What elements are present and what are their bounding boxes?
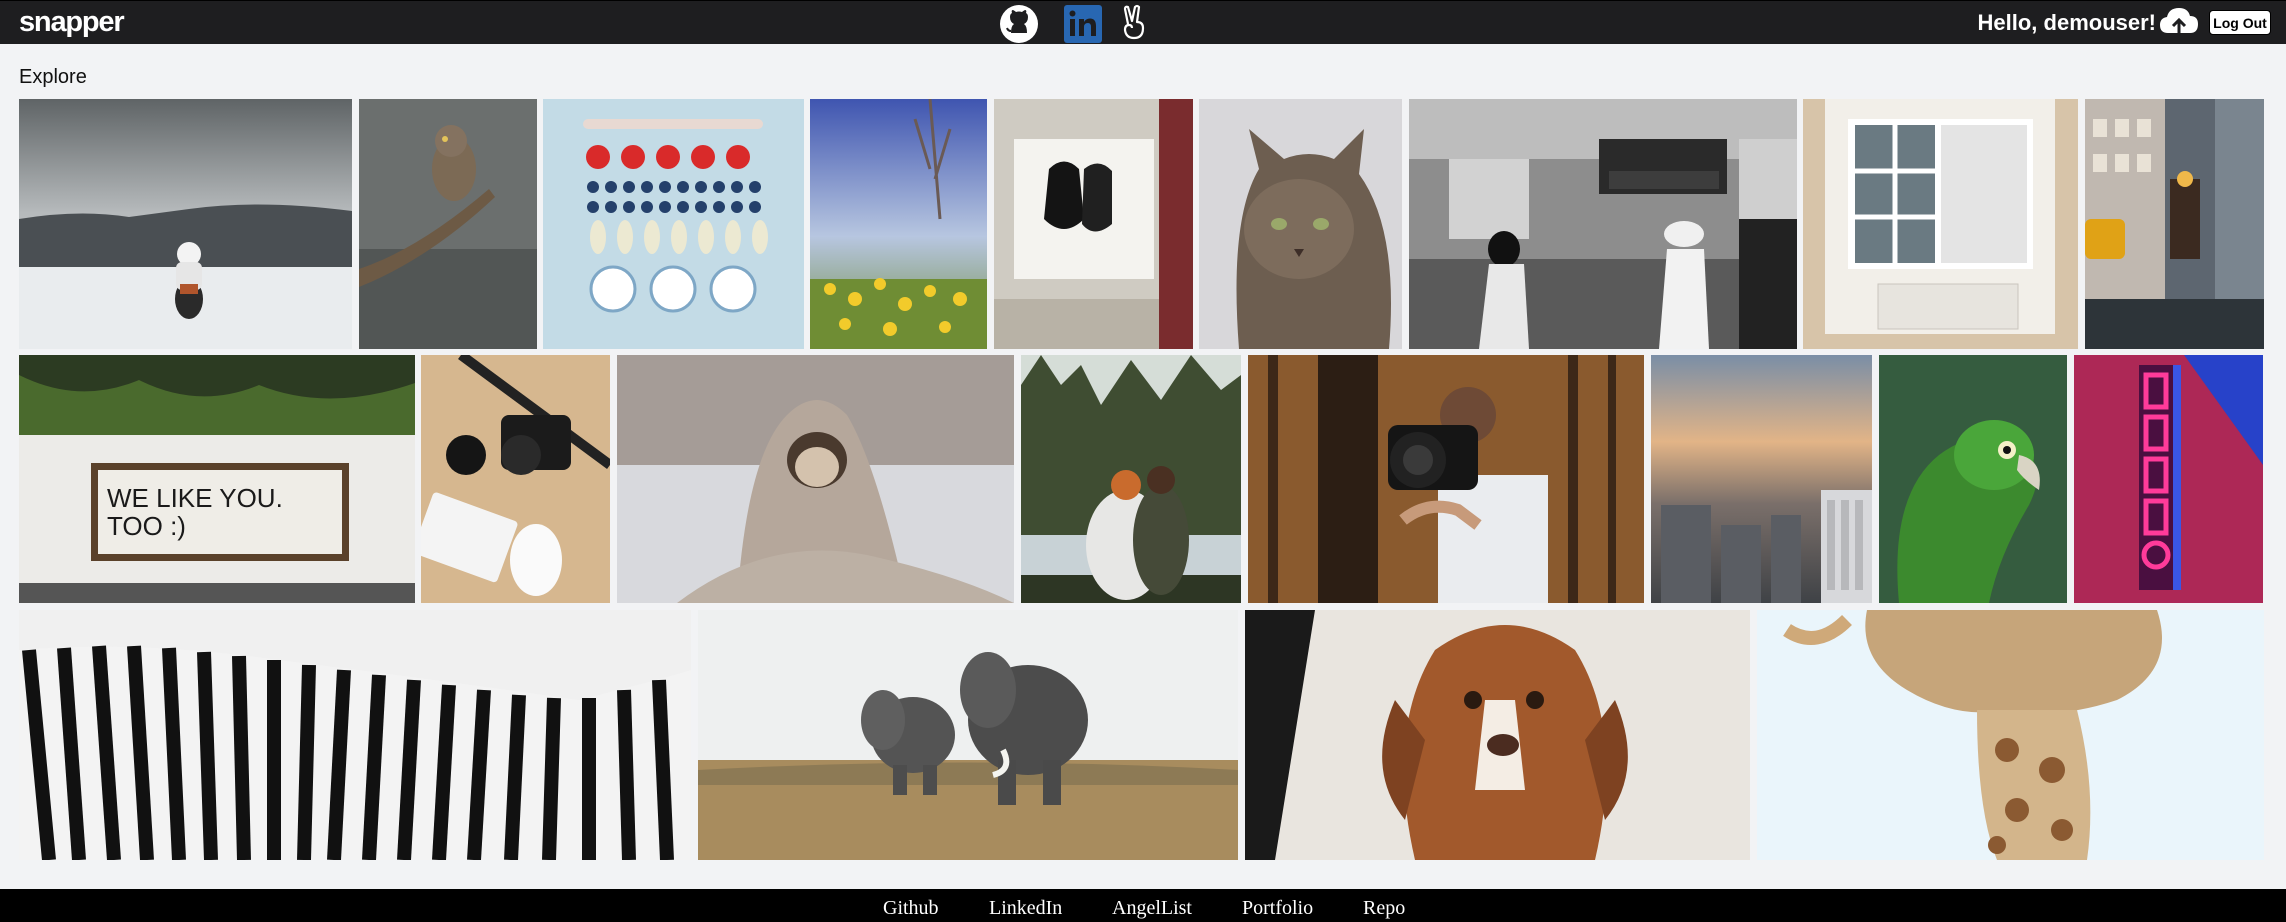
photo-subway-car[interactable] bbox=[1409, 99, 1797, 349]
photo-levitating-camera[interactable] bbox=[1248, 355, 1644, 603]
photo-fruit-pattern[interactable] bbox=[543, 99, 804, 349]
logout-button[interactable]: Log Out bbox=[2209, 10, 2271, 35]
photo-elephants[interactable] bbox=[698, 610, 1238, 860]
photo-motorcycle-salt-flats[interactable] bbox=[19, 99, 352, 349]
photo-neon-sign[interactable] bbox=[2074, 355, 2263, 603]
photo-brown-puppy[interactable] bbox=[1245, 610, 1750, 860]
app-logo[interactable]: snapper bbox=[19, 6, 125, 39]
photo-city-sunset[interactable] bbox=[1651, 355, 1872, 603]
photo-camera-on-desk[interactable] bbox=[421, 355, 610, 603]
top-navbar: snapper Hello, demouser! Log Out bbox=[0, 0, 2286, 44]
footer-link-angellist[interactable]: AngelList bbox=[1112, 897, 1192, 920]
photo-we-like-you-mural[interactable]: WE LIKE YOU. TOO :) bbox=[19, 355, 415, 603]
photo-green-parrot[interactable] bbox=[1879, 355, 2067, 603]
photo-white-window[interactable] bbox=[1803, 99, 2078, 349]
footer-link-portfolio[interactable]: Portfolio bbox=[1242, 897, 1313, 920]
svg-text:WE LIKE YOU.: WE LIKE YOU. bbox=[107, 483, 283, 513]
photo-city-street-taxi[interactable] bbox=[2085, 99, 2264, 349]
photo-wildflowers[interactable] bbox=[810, 99, 987, 349]
svg-text:TOO :): TOO :) bbox=[107, 511, 186, 541]
photo-couple-forest[interactable] bbox=[1021, 355, 1241, 603]
footer: Github LinkedIn AngelList Portfolio Repo bbox=[0, 889, 2286, 922]
page-title: Explore bbox=[19, 66, 87, 88]
photo-tabby-cat[interactable] bbox=[1199, 99, 1402, 349]
footer-link-repo[interactable]: Repo bbox=[1363, 897, 1405, 920]
photo-pug-in-blanket[interactable] bbox=[617, 355, 1014, 603]
photo-zebra[interactable] bbox=[19, 610, 691, 860]
user-greeting: Hello, demouser! bbox=[1977, 10, 2156, 35]
photo-street-art-kiss[interactable] bbox=[994, 99, 1193, 349]
photo-giraffe[interactable] bbox=[1757, 610, 2264, 860]
linkedin-icon[interactable] bbox=[1063, 4, 1103, 43]
cloud-upload-icon[interactable] bbox=[2158, 5, 2200, 44]
footer-link-linkedin[interactable]: LinkedIn bbox=[989, 897, 1062, 920]
github-icon[interactable] bbox=[999, 4, 1039, 43]
footer-link-github[interactable]: Github bbox=[883, 897, 939, 920]
photo-owl[interactable] bbox=[359, 99, 537, 349]
angellist-icon[interactable] bbox=[1119, 4, 1151, 42]
